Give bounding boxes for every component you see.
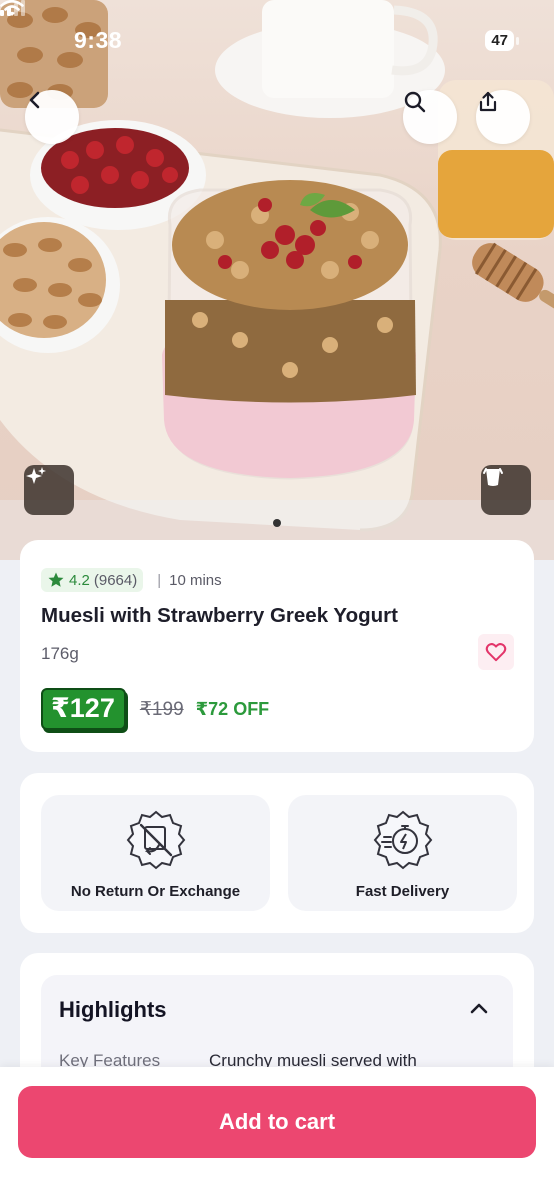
rating-badge: 4.2 (9664): [41, 568, 144, 592]
share-icon: [479, 91, 497, 112]
no-return-icon: [126, 810, 185, 870]
status-bar: 9:38 47: [0, 0, 554, 80]
sparkle-icon: [26, 467, 46, 484]
highlights-title: Highlights: [59, 997, 167, 1022]
cup-icon: [483, 468, 503, 486]
product-weight: 176g: [41, 644, 79, 663]
shelf-life-button[interactable]: [481, 465, 531, 515]
battery-icon: 47: [485, 29, 519, 51]
back-button[interactable]: [25, 90, 79, 144]
wifi-icon: [0, 0, 24, 16]
price-row: ₹127 ₹199 ₹72 OFF: [41, 688, 269, 730]
search-icon: [404, 91, 426, 113]
fast-delivery-policy[interactable]: Fast Delivery: [288, 795, 517, 911]
no-return-policy[interactable]: No Return Or Exchange: [41, 795, 270, 911]
heart-icon: [485, 643, 507, 662]
delivery-time: 10 mins: [169, 571, 222, 589]
carousel-dot-active: [273, 519, 281, 527]
chevron-left-icon: [29, 91, 40, 109]
separator: |: [157, 571, 162, 589]
policy-label-no-return: No Return Or Exchange: [70, 883, 241, 900]
discount-label: ₹72 OFF: [195, 698, 270, 719]
status-time: 9:38: [74, 26, 123, 53]
wishlist-button[interactable]: [478, 634, 514, 670]
fast-delivery-icon: [373, 810, 432, 870]
star-icon: [48, 572, 64, 587]
mrp-price: ₹199: [139, 698, 184, 720]
product-title: Muesli with Strawberry Greek Yogurt: [41, 604, 398, 627]
rating-count: (9664): [93, 571, 138, 589]
chevron-up-icon[interactable]: [469, 1001, 489, 1015]
selling-price: ₹127: [41, 688, 126, 730]
product-image-carousel[interactable]: 9:38 47: [0, 0, 554, 560]
bottom-action-bar: Add to cart: [0, 1067, 554, 1200]
share-button[interactable]: [476, 90, 530, 144]
product-info-card: 4.2 (9664) | 10 mins Muesli with Strawbe…: [20, 540, 534, 752]
policy-card: No Return Or Exchange Fast Delivery: [20, 773, 534, 933]
ai-sparkle-button[interactable]: [24, 465, 74, 515]
search-button[interactable]: [403, 90, 457, 144]
policy-label-fast-delivery: Fast Delivery: [355, 883, 450, 900]
add-to-cart-button[interactable]: Add to cart: [18, 1086, 536, 1158]
product-photo: [0, 0, 554, 560]
rating-value: 4.2: [69, 571, 90, 589]
rating-row: 4.2 (9664) | 10 mins: [41, 568, 222, 592]
